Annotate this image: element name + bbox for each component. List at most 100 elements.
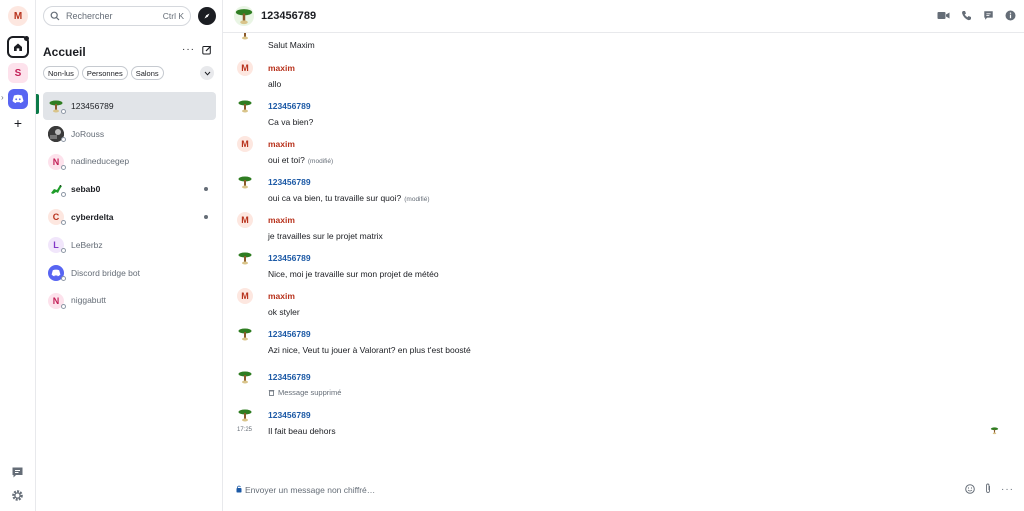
voice-call-icon[interactable] <box>961 10 972 23</box>
read-receipt-avatar[interactable] <box>990 426 999 437</box>
sender-avatar[interactable]: M <box>237 136 253 152</box>
sender-name[interactable]: 123456789 <box>268 372 311 382</box>
sender-name[interactable]: 123456789 <box>268 329 311 339</box>
discord-space-button[interactable] <box>8 89 28 109</box>
room-item-sebab0[interactable]: sebab0 <box>43 175 216 203</box>
more-options-button[interactable]: ··· <box>182 44 195 55</box>
deleted-message: Message supprimé <box>268 388 341 397</box>
plant-avatar-icon <box>238 100 252 113</box>
sender-name[interactable]: maxim <box>268 215 295 225</box>
search-icon <box>50 11 60 21</box>
message-body: allo <box>268 79 282 89</box>
unencrypted-icon <box>236 485 242 495</box>
room-item-cyberdelta[interactable]: C cyberdelta <box>43 203 216 231</box>
compose-button[interactable] <box>202 45 212 57</box>
user-menu-avatar[interactable]: M <box>8 6 28 26</box>
room-name: 123456789 <box>71 100 114 111</box>
sender-avatar[interactable] <box>237 407 253 423</box>
app-window: M S › + Rechercher Ctrl K Accueil ··· No… <box>0 0 1024 511</box>
plant-avatar-icon <box>235 9 253 25</box>
sender-avatar[interactable] <box>237 174 253 190</box>
room-item-123456789[interactable]: 123456789 <box>43 92 216 120</box>
filter-expand-button[interactable] <box>200 66 214 80</box>
message-body: Ca va bien? <box>268 117 314 127</box>
message-body: oui et toi? (modifié) <box>268 155 333 165</box>
plant-avatar-icon <box>238 371 252 384</box>
edited-marker[interactable]: (modifié) <box>404 196 429 203</box>
plant-avatar-icon <box>238 409 252 422</box>
sender-avatar[interactable] <box>237 369 253 385</box>
sender-avatar[interactable]: M <box>237 60 253 76</box>
chevron-right-icon[interactable]: › <box>1 93 4 102</box>
chevron-down-icon <box>204 71 210 76</box>
room-item-jorouss[interactable]: JoRouss <box>43 120 216 148</box>
message-text: Message supprimé <box>278 388 342 397</box>
room-header-avatar[interactable] <box>234 6 254 26</box>
room-item-leberbz[interactable]: L LeBerbz <box>43 231 216 259</box>
create-space-button[interactable]: + <box>8 113 28 133</box>
room-item-nadineducegep[interactable]: N nadineducegep <box>43 148 216 176</box>
message-text: oui et toi? <box>268 155 305 165</box>
threads-icon[interactable] <box>983 10 994 23</box>
room-info-icon[interactable] <box>1005 10 1016 23</box>
room-filters: Non-lus Personnes Salons <box>43 66 164 80</box>
room-header[interactable]: 123456789 <box>223 0 1024 33</box>
emoji-icon[interactable] <box>965 483 975 496</box>
sender-name[interactable]: 123456789 <box>268 101 311 111</box>
sender-avatar[interactable] <box>237 326 253 342</box>
message-body: Nice, moi je travaille sur mon projet de… <box>268 269 439 279</box>
plant-avatar-icon <box>238 252 252 265</box>
unread-dot <box>204 187 208 192</box>
composer-actions: ··· <box>965 483 1014 496</box>
room-name: niggabutt <box>71 295 106 306</box>
sender-avatar[interactable]: M <box>237 212 253 228</box>
more-options-icon[interactable]: ··· <box>1001 484 1014 495</box>
search-shortcut: Ctrl K <box>162 11 184 21</box>
presence-indicator <box>61 247 66 253</box>
message-composer: ··· <box>223 473 1024 511</box>
room-view: 123456789 Salut Maxim M maxim allo 12345 <box>223 0 1024 511</box>
trash-icon <box>268 390 275 396</box>
message-input[interactable] <box>245 483 945 497</box>
room-item-niggabutt[interactable]: N niggabutt <box>43 287 216 315</box>
sender-name[interactable]: maxim <box>268 63 295 73</box>
sender-name[interactable]: maxim <box>268 139 295 149</box>
room-item-discord-bridge-bot[interactable]: Discord bridge bot <box>43 259 216 287</box>
sender-name[interactable]: 123456789 <box>268 410 311 420</box>
plant-avatar-icon <box>242 33 248 40</box>
message-body: Salut Maxim <box>268 40 315 50</box>
presence-indicator <box>61 164 66 170</box>
video-call-icon[interactable] <box>937 10 950 23</box>
sender-avatar[interactable] <box>237 98 253 114</box>
room-name: nadineducegep <box>71 156 130 167</box>
attachment-icon[interactable] <box>984 483 992 496</box>
sender-name[interactable]: 123456789 <box>268 253 311 263</box>
settings-gear-icon[interactable] <box>11 489 24 504</box>
sender-name[interactable]: maxim <box>268 291 295 301</box>
home-icon <box>14 43 22 51</box>
explore-rooms-button[interactable] <box>198 7 216 25</box>
filter-unread-chip[interactable]: Non-lus <box>43 66 79 80</box>
search-bar[interactable]: Rechercher Ctrl K <box>43 6 191 26</box>
space-button-s[interactable]: S <box>8 63 28 83</box>
room-name: JoRouss <box>71 128 105 139</box>
room-list-panel: Rechercher Ctrl K Accueil ··· Non-lus Pe… <box>36 0 223 511</box>
header-actions <box>937 10 1016 23</box>
room-name: Discord bridge bot <box>71 267 140 278</box>
sender-avatar[interactable]: M <box>237 288 253 304</box>
message-timeline[interactable]: Salut Maxim M maxim allo 123456789 Ca va… <box>223 33 1024 473</box>
filter-people-chip[interactable]: Personnes <box>81 66 128 80</box>
presence-indicator <box>61 303 66 309</box>
message-body: Il fait beau dehors <box>268 426 336 436</box>
discord-icon <box>51 269 61 276</box>
sender-avatar[interactable] <box>237 33 253 41</box>
filter-rooms-chip[interactable]: Salons <box>130 66 164 80</box>
edited-marker[interactable]: (modifié) <box>308 158 333 165</box>
selected-room-indicator <box>36 94 39 114</box>
plant-avatar-icon <box>238 328 252 341</box>
compose-icon <box>202 45 212 55</box>
sender-name[interactable]: 123456789 <box>268 177 311 187</box>
search-placeholder: Rechercher <box>66 11 113 21</box>
sender-avatar[interactable] <box>237 250 253 266</box>
threads-icon[interactable] <box>11 466 24 481</box>
